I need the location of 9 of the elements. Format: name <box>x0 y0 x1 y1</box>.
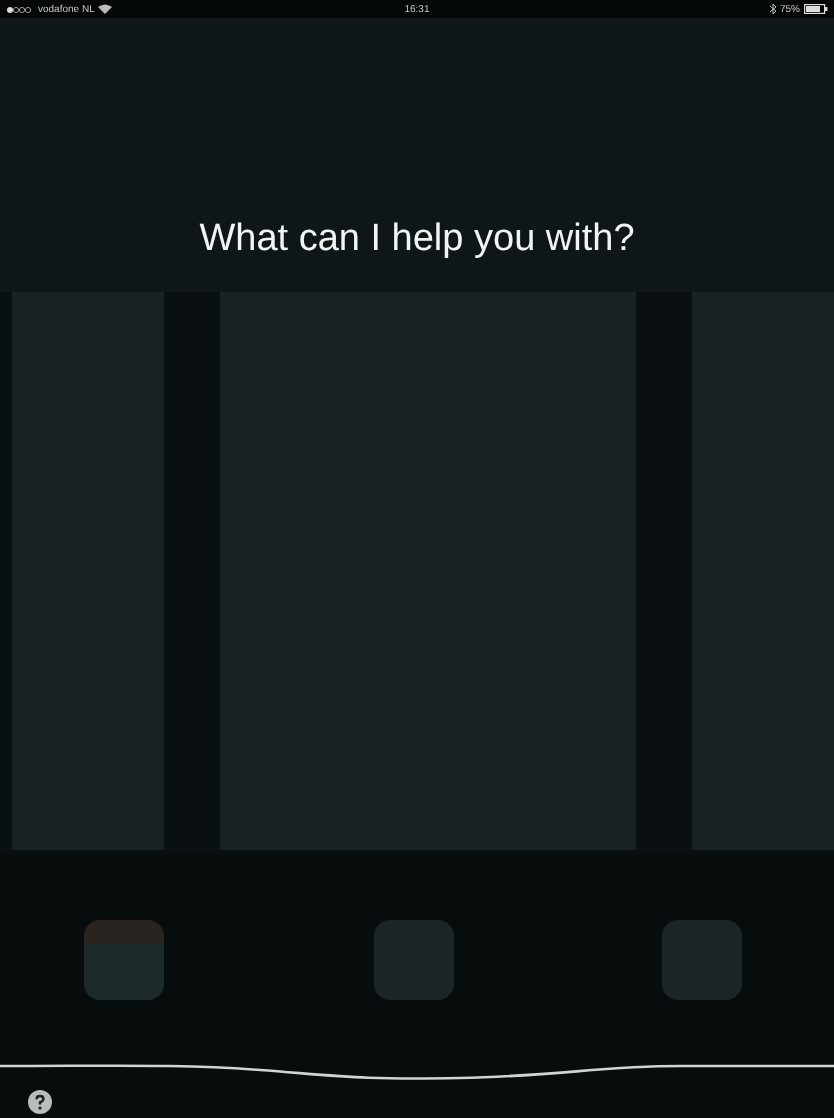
app-icon <box>662 920 742 1000</box>
siri-prompt: What can I help you with? <box>199 216 635 264</box>
app-icon <box>373 920 453 1000</box>
app-icon <box>84 920 164 1000</box>
signal-icon <box>6 5 34 13</box>
help-icon[interactable] <box>28 1090 52 1114</box>
wifi-icon <box>98 4 113 14</box>
battery-icon <box>803 4 828 14</box>
bluetooth-icon <box>769 4 776 14</box>
